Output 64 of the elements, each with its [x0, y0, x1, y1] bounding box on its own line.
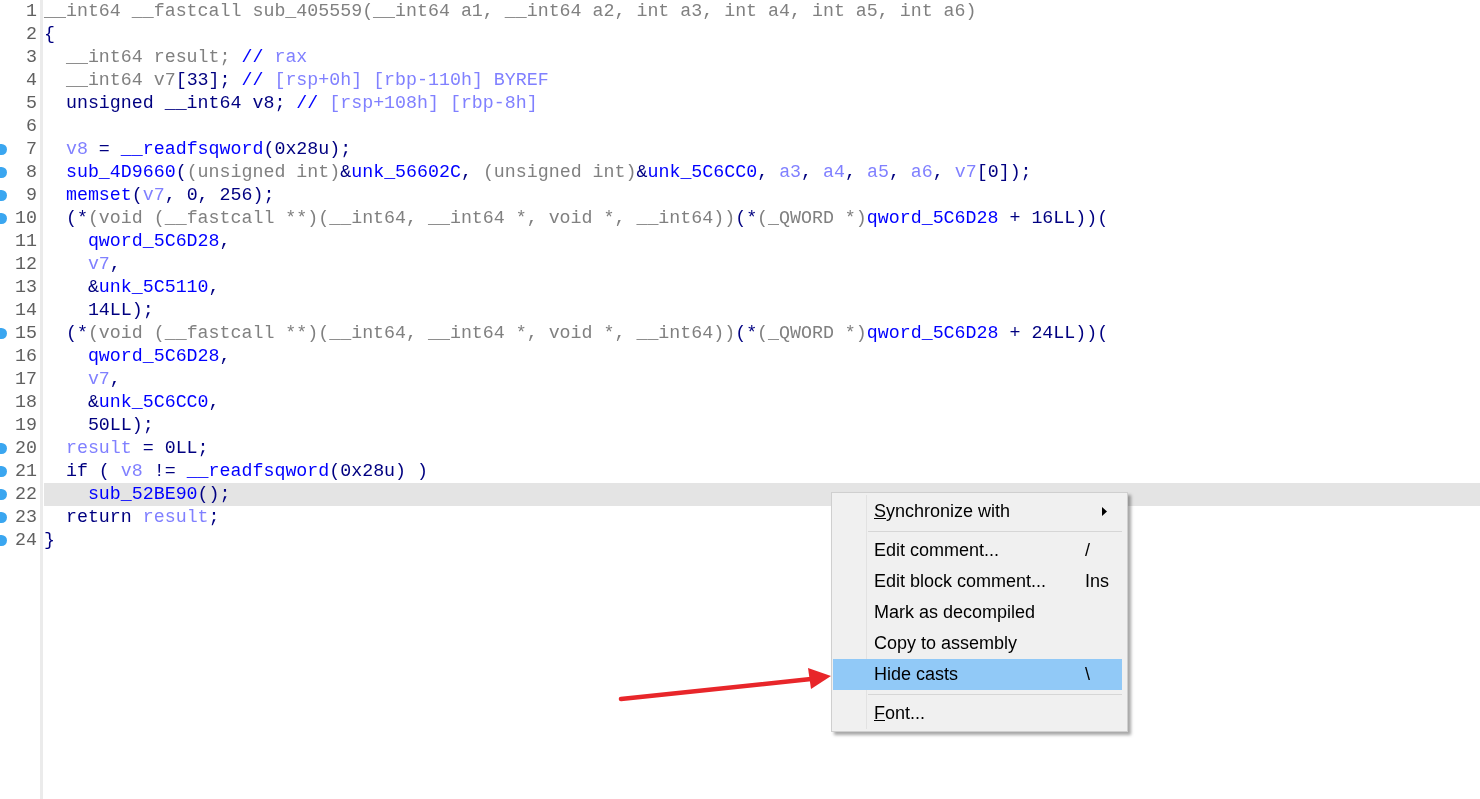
line-number: 7 — [26, 138, 37, 161]
code-line: unsigned __int64 v8; // [rsp+108h] [rbp-8h] — [64, 92, 538, 115]
line-number: 16 — [15, 345, 37, 368]
breakpoint-icon[interactable] — [0, 167, 7, 178]
line-number: 10 — [15, 207, 37, 230]
code-line: 50LL); — [86, 414, 154, 437]
line-number: 4 — [26, 69, 37, 92]
breakpoint-icon[interactable] — [0, 328, 7, 339]
code-line: if ( v8 != __readfsqword(0x28u) ) — [64, 460, 428, 483]
code-line: (*(void (__fastcall **)(__int64, __int64 *, void *, __int64))(*(_QWORD *)qword_5C6D28 + 16LL))( — [64, 207, 1109, 230]
line-number: 15 — [15, 322, 37, 345]
code-line: &unk_5C6CC0, — [86, 391, 220, 414]
code-line: &unk_5C5110, — [86, 276, 220, 299]
code-line: v7, — [86, 253, 121, 276]
line-number: 20 — [15, 437, 37, 460]
breakpoint-icon[interactable] — [0, 512, 7, 523]
menu-item[interactable]: Hide casts \ — [833, 659, 1122, 690]
line-number: 19 — [15, 414, 37, 437]
breakpoint-icon[interactable] — [0, 213, 7, 224]
code-line: __int64 v7[33]; // [rsp+0h] [rbp-110h] BYREF — [64, 69, 549, 92]
code-line: sub_4D9660((unsigned int)&unk_56602C, (unsigned int)&unk_5C6CC0, a3, a4, a5, a6, v7[0]); — [64, 161, 1032, 184]
code-line: __int64 __fastcall sub_405559(__int64 a1, __int64 a2, int a3, int a4, int a5, int a6) — [44, 0, 977, 23]
line-number: 6 — [26, 115, 37, 138]
menu-item[interactable]: Font... — [833, 698, 1122, 729]
menu-item[interactable]: Edit comment... / — [833, 535, 1122, 566]
line-number: 8 — [26, 161, 37, 184]
breakpoint-icon[interactable] — [0, 190, 7, 201]
line-number: 9 — [26, 184, 37, 207]
code-line: { — [44, 23, 55, 46]
line-number: 3 — [26, 46, 37, 69]
code-line: sub_52BE90(); — [86, 483, 231, 506]
code-line: } — [44, 529, 55, 552]
line-number: 5 — [26, 92, 37, 115]
line-number: 12 — [15, 253, 37, 276]
code-line: qword_5C6D28, — [86, 345, 231, 368]
code-line: result = 0LL; — [64, 437, 209, 460]
menu-item[interactable]: Edit block comment... Ins — [833, 566, 1122, 597]
code-line: return result; — [64, 506, 220, 529]
menu-item[interactable]: Mark as decompiled — [833, 597, 1122, 628]
menu-item[interactable]: Synchronize with — [833, 496, 1122, 527]
code-line: v8 = __readfsqword(0x28u); — [64, 138, 352, 161]
line-number: 18 — [15, 391, 37, 414]
line-number: 13 — [15, 276, 37, 299]
line-number: 22 — [15, 483, 37, 506]
line-number: 23 — [15, 506, 37, 529]
code-line: qword_5C6D28, — [86, 230, 231, 253]
line-number: 1 — [26, 0, 37, 23]
code-line: v7, — [86, 368, 121, 391]
breakpoint-icon[interactable] — [0, 443, 7, 454]
line-number: 11 — [15, 230, 37, 253]
breakpoint-icon[interactable] — [0, 489, 7, 500]
menu-item[interactable]: Copy to assembly — [833, 628, 1122, 659]
breakpoint-icon[interactable] — [0, 466, 7, 477]
breakpoint-icon[interactable] — [0, 144, 7, 155]
code-line: memset(v7, 0, 256); — [64, 184, 275, 207]
breakpoint-icon[interactable] — [0, 535, 7, 546]
line-number: 24 — [15, 529, 37, 552]
line-number: 17 — [15, 368, 37, 391]
code-line: 14LL); — [86, 299, 154, 322]
line-number: 2 — [26, 23, 37, 46]
code-line: __int64 result; // rax — [64, 46, 308, 69]
code-line: (*(void (__fastcall **)(__int64, __int64 *, void *, __int64))(*(_QWORD *)qword_5C6D28 + 24LL))( — [64, 322, 1109, 345]
line-number: 14 — [15, 299, 37, 322]
line-number: 21 — [15, 460, 37, 483]
